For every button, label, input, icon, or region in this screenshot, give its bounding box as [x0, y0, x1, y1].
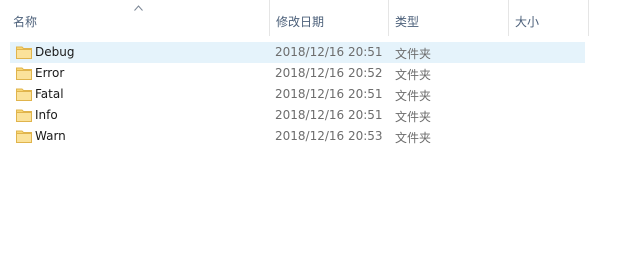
column-header-bar: 名称 修改日期 类型 大小 [0, 0, 628, 36]
folder-icon [16, 67, 32, 80]
file-name: Fatal [35, 87, 64, 101]
column-header-name-label: 名称 [13, 15, 38, 29]
list-item[interactable]: Debug 2018/12/16 20:51 文件夹 [10, 42, 585, 63]
list-item[interactable]: Fatal 2018/12/16 20:51 文件夹 [10, 84, 585, 105]
modified-date: 2018/12/16 20:52 [275, 66, 383, 80]
file-name: Debug [35, 45, 75, 59]
file-type: 文件夹 [395, 131, 432, 145]
list-item[interactable]: Warn 2018/12/16 20:53 文件夹 [10, 126, 585, 147]
modified-date: 2018/12/16 20:51 [275, 87, 383, 101]
folder-icon [16, 109, 32, 122]
column-header-date-label: 修改日期 [276, 15, 325, 29]
column-header-size[interactable]: 大小 [509, 0, 589, 36]
column-header-size-label: 大小 [515, 15, 540, 29]
modified-date: 2018/12/16 20:51 [275, 45, 383, 59]
modified-date: 2018/12/16 20:53 [275, 129, 383, 143]
file-name: Error [35, 66, 65, 80]
file-type: 文件夹 [395, 89, 432, 103]
file-name: Warn [35, 129, 66, 143]
file-type: 文件夹 [395, 47, 432, 61]
folder-icon [16, 46, 32, 59]
list-item[interactable]: Error 2018/12/16 20:52 文件夹 [10, 63, 585, 84]
folder-icon [16, 130, 32, 143]
modified-date: 2018/12/16 20:51 [275, 108, 383, 122]
caret-up-icon [134, 5, 143, 11]
column-header-type[interactable]: 类型 [389, 0, 509, 36]
file-name: Info [35, 108, 58, 122]
file-type: 文件夹 [395, 68, 432, 82]
file-type: 文件夹 [395, 110, 432, 124]
folder-icon [16, 88, 32, 101]
list-item[interactable]: Info 2018/12/16 20:51 文件夹 [10, 105, 585, 126]
column-header-type-label: 类型 [395, 15, 420, 29]
column-header-date[interactable]: 修改日期 [270, 0, 389, 36]
column-header-name[interactable]: 名称 [0, 0, 270, 36]
